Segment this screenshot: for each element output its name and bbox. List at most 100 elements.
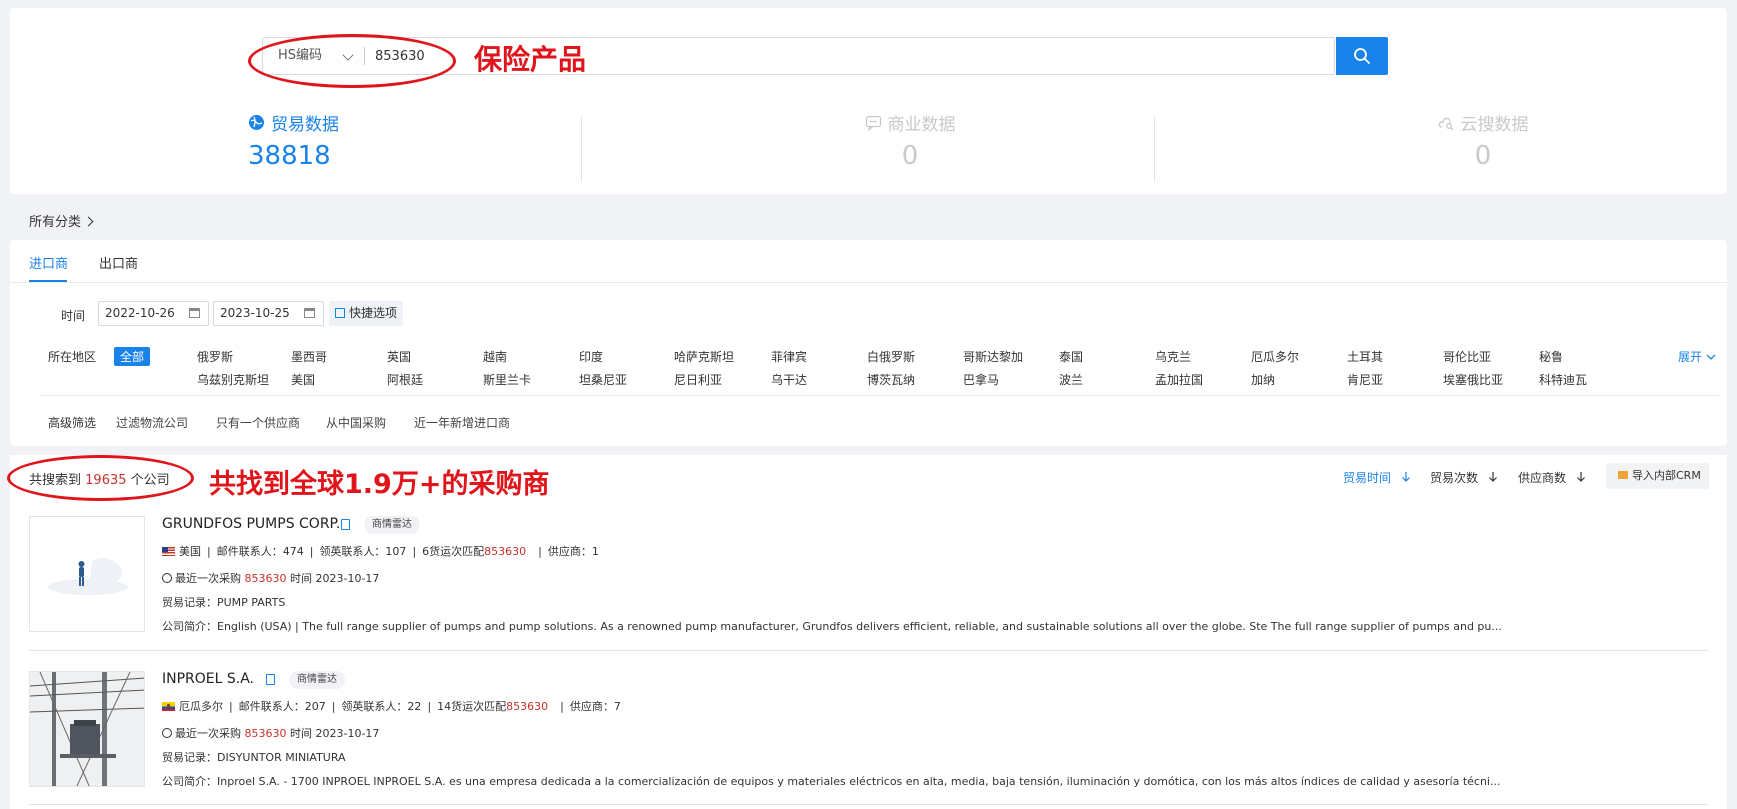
annotation-insurance-product: 保险产品 [474, 43, 587, 76]
company-name[interactable]: INPROEL S.A. [162, 671, 254, 687]
linkedin-contacts[interactable]: 领英联系人：22 [341, 700, 421, 713]
quick-options-button[interactable]: 快捷选项 [329, 301, 404, 326]
region-all-button[interactable]: 全部 [114, 347, 151, 366]
region-option[interactable]: 美国 [291, 371, 315, 388]
arrow-down-icon [1401, 472, 1410, 482]
company-thumbnail [29, 671, 145, 787]
company-name[interactable]: GRUNDFOS PUMPS CORP. [162, 516, 340, 532]
stat-trade-data[interactable]: 贸易数据 38818 [248, 110, 548, 171]
region-option[interactable]: 博茨瓦纳 [867, 371, 915, 388]
copy-icon[interactable] [266, 674, 275, 685]
region-option[interactable]: 土耳其 [1347, 348, 1383, 365]
region-option[interactable]: 斯里兰卡 [483, 371, 531, 388]
region-option[interactable]: 哈萨克斯坦 [674, 348, 734, 365]
email-contacts[interactable]: 邮件联系人：474 [217, 545, 304, 558]
sort-label: 贸易次数 [1430, 471, 1479, 485]
arrow-down-icon [1576, 472, 1585, 482]
last-purchase: 最近一次采购 853630 时间 2023-10-17 [162, 570, 379, 586]
last-purchase-code: 853630 [244, 572, 287, 585]
arrow-down-icon [1488, 472, 1497, 482]
region-option[interactable]: 孟加拉国 [1155, 371, 1203, 388]
supplier-count: 供应商：7 [569, 700, 621, 713]
sort-trade-time[interactable]: 贸易时间 [1343, 469, 1411, 486]
annotation-global-buyers: 共找到全球1.9万+的采购商 [209, 469, 550, 500]
start-date-input[interactable]: 2022-10-26 [98, 301, 209, 326]
advanced-filter-label: 高级筛选 [48, 416, 97, 430]
trade-record: 贸易记录：DISYUNTOR MINIATURA [162, 751, 346, 764]
stat-label: 商业数据 [887, 115, 956, 135]
region-option[interactable]: 秘鲁 [1539, 348, 1563, 365]
sort-label: 供应商数 [1518, 471, 1567, 485]
region-option[interactable]: 印度 [579, 348, 603, 365]
stat-business-data[interactable]: 商业数据 0 [820, 110, 1000, 171]
radar-label: 商情雷达 [372, 519, 412, 530]
clock-icon [162, 728, 172, 738]
company-intro: 公司简介：English (USA) | The full range supp… [162, 620, 1502, 633]
region-option[interactable]: 巴拿马 [963, 371, 999, 388]
last-purchase-time: 时间 2023-10-17 [290, 572, 380, 585]
region-option[interactable]: 英国 [387, 348, 411, 365]
copy-icon[interactable] [341, 519, 350, 530]
region-option[interactable]: 肯尼亚 [1347, 371, 1383, 388]
chat-icon [865, 115, 881, 131]
row-divider [29, 804, 1709, 805]
company-card[interactable]: INPROEL S.A. 商情雷达 厄瓜多尔 | 邮件联系人：207 | 领英联系人：2… [29, 671, 1709, 809]
time-label: 时间 [61, 309, 86, 323]
filter-logistics-option[interactable]: 过滤物流公司 [116, 414, 188, 431]
match-code: 853630 [484, 545, 527, 558]
single-supplier-option[interactable]: 只有一个供应商 [216, 414, 300, 431]
region-option[interactable]: 尼日利亚 [674, 371, 722, 388]
region-option[interactable]: 加纳 [1251, 371, 1275, 388]
region-option[interactable]: 阿根廷 [387, 371, 423, 388]
calendar-icon [304, 308, 315, 318]
expand-regions-button[interactable]: 展开 [1678, 348, 1716, 365]
region-option[interactable]: 墨西哥 [291, 348, 327, 365]
stat-cloud-search-data[interactable]: 云搜数据 0 [1393, 110, 1573, 171]
region-option[interactable]: 哥斯达黎加 [963, 348, 1023, 365]
region-option[interactable]: 科特迪瓦 [1539, 371, 1587, 388]
stat-label: 云搜数据 [1460, 115, 1529, 135]
last-purchase-time: 时间 2023-10-17 [290, 727, 380, 740]
tabs-divider [10, 282, 1727, 283]
match-prefix: 6货运次匹配 [422, 545, 485, 558]
chevron-right-icon [83, 216, 94, 227]
tab-importers[interactable]: 进口商 [29, 253, 68, 272]
stat-label: 贸易数据 [271, 115, 339, 135]
tab-exporters[interactable]: 出口商 [99, 253, 138, 272]
chevron-down-icon [1706, 354, 1716, 360]
email-contacts[interactable]: 邮件联系人：207 [239, 700, 326, 713]
search-icon [1354, 48, 1370, 64]
region-option[interactable]: 乌兹别克斯坦 [197, 371, 269, 388]
region-option[interactable]: 俄罗斯 [197, 348, 233, 365]
region-option[interactable]: 菲律宾 [771, 348, 807, 365]
placeholder-illustration [48, 558, 128, 595]
us-flag-icon [162, 547, 175, 556]
filter-panel: 进口商 出口商 时间 2022-10-26 2023-10-25 快捷选项 所在… [10, 240, 1727, 446]
region-option[interactable]: 泰国 [1059, 348, 1083, 365]
breadcrumb[interactable]: 所有分类 [29, 211, 94, 230]
region-option[interactable]: 厄瓜多尔 [1251, 348, 1299, 365]
market-radar-badge[interactable]: 商情雷达 [289, 671, 345, 689]
region-option[interactable]: 乌克兰 [1155, 348, 1191, 365]
sort-supplier-count[interactable]: 供应商数 [1518, 469, 1586, 486]
radar-label: 商情雷达 [297, 674, 337, 685]
region-option[interactable]: 哥伦比亚 [1443, 348, 1491, 365]
import-crm-button[interactable]: 导入内部CRM [1606, 463, 1709, 489]
region-option[interactable]: 波兰 [1059, 371, 1083, 388]
from-china-option[interactable]: 从中国采购 [326, 414, 386, 431]
region-option[interactable]: 越南 [483, 348, 507, 365]
stat-value: 0 [901, 141, 919, 171]
new-importers-option[interactable]: 近一年新增进口商 [414, 414, 510, 431]
region-option[interactable]: 坦桑尼亚 [579, 371, 627, 388]
search-button[interactable] [1336, 37, 1388, 75]
start-date-value: 2022-10-26 [105, 306, 175, 320]
market-radar-badge[interactable]: 商情雷达 [364, 516, 420, 534]
end-date-input[interactable]: 2023-10-25 [213, 301, 324, 326]
company-card[interactable]: GRUNDFOS PUMPS CORP. 商情雷达 美国 | 邮件联系人：474 | 领… [29, 516, 1709, 666]
linkedin-contacts[interactable]: 领英联系人：107 [319, 545, 406, 558]
region-option[interactable]: 白俄罗斯 [867, 348, 915, 365]
calendar-icon [189, 308, 200, 318]
region-option[interactable]: 埃塞俄比亚 [1443, 371, 1503, 388]
region-option[interactable]: 乌干达 [771, 371, 807, 388]
sort-trade-count[interactable]: 贸易次数 [1430, 469, 1498, 486]
